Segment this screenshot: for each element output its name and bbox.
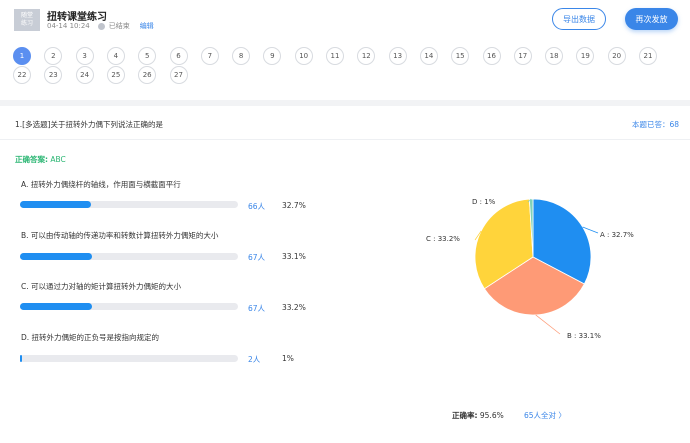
option-b-text: B. 可以由传动轴的传递功率和转数计算扭转外力偶矩的大小 — [21, 231, 219, 240]
question-number-2[interactable]: 2 — [44, 47, 63, 65]
question-title: 1.[多选题]关于扭转外力偶下列说法正确的是 — [15, 120, 164, 129]
question-number-9[interactable]: 9 — [263, 47, 282, 65]
question-number-8[interactable]: 8 — [232, 47, 251, 65]
question-number-21[interactable]: 21 — [639, 47, 657, 65]
edit-link[interactable]: 编辑 — [140, 21, 154, 31]
option-b-bar-fill — [20, 253, 92, 260]
correct-answer: 正确答案: ABC — [15, 154, 66, 165]
question-number-27[interactable]: 27 — [169, 65, 188, 84]
question-number-11[interactable]: 11 — [326, 47, 344, 65]
question-number-5[interactable]: 5 — [138, 47, 157, 65]
export-data-button[interactable]: 导出数据 — [552, 8, 606, 30]
question-number-3[interactable]: 3 — [75, 47, 94, 65]
thumb-line1: 随堂 — [20, 12, 33, 19]
option-d-percent: 1% — [282, 354, 294, 363]
question-number-10[interactable]: 10 — [294, 47, 313, 65]
pie-chart: A : 32.7% B : 33.1% C : 33.2% D : 1% — [420, 190, 650, 350]
option-d-bar — [20, 355, 238, 362]
question-number-23[interactable]: 23 — [44, 65, 63, 84]
question-number-16[interactable]: 16 — [482, 47, 501, 65]
pie-label-c: C : 33.2% — [426, 235, 460, 243]
header-meta: 04-14 10:24 已结束 编辑 — [47, 21, 154, 31]
status-dot-icon — [97, 22, 105, 30]
option-a-bar — [20, 201, 238, 208]
question-number-18[interactable]: 18 — [545, 47, 564, 65]
option-c-bar-fill — [20, 303, 92, 310]
question-number-22[interactable]: 22 — [13, 65, 31, 84]
option-d-bar-fill — [20, 355, 22, 362]
pie-label-b: B : 33.1% — [567, 332, 601, 340]
pie-chart-svg — [474, 198, 599, 335]
option-b-percent: 33.1% — [282, 252, 306, 261]
question-divider — [0, 139, 690, 140]
question-number-24[interactable]: 24 — [75, 65, 94, 84]
question-number-19[interactable]: 19 — [576, 47, 595, 65]
option-a-text: A. 扭转外力偶绕杆的轴线，作用面与横截面平行 — [21, 180, 181, 189]
question-number-4[interactable]: 4 — [106, 47, 125, 65]
option-c-percent: 33.2% — [282, 303, 306, 312]
correct-answer-value: ABC — [50, 155, 66, 164]
accuracy-label: 正确率: — [452, 411, 478, 420]
option-c-bar — [20, 303, 238, 310]
answered-count[interactable]: 本题已答：68 — [632, 119, 679, 130]
question-number-20[interactable]: 20 — [607, 47, 626, 65]
question-number-13[interactable]: 13 — [388, 47, 407, 65]
question-number-25[interactable]: 25 — [106, 65, 125, 84]
question-number-7[interactable]: 7 — [200, 47, 219, 65]
question-number-14[interactable]: 14 — [419, 47, 438, 65]
option-a-bar-fill — [20, 201, 91, 208]
exercise-thumbnail: 随堂 练习 — [14, 9, 40, 31]
pie-label-a: A : 32.7% — [600, 231, 634, 239]
option-c-text: C. 可以通过力对轴的矩计算扭转外力偶矩的大小 — [21, 282, 182, 291]
correct-answer-label: 正确答案: — [15, 155, 48, 164]
all-correct-link[interactable]: 65人全对 〉 — [524, 410, 566, 421]
accuracy-value: 95.6% — [479, 411, 504, 420]
pie-leader-b — [535, 314, 561, 335]
resend-button[interactable]: 再次发放 — [625, 8, 678, 30]
question-number-26[interactable]: 26 — [138, 65, 157, 84]
accuracy-rate: 正确率: 95.6% — [452, 410, 504, 421]
question-number-12[interactable]: 12 — [357, 47, 376, 65]
option-a-percent: 32.7% — [282, 201, 306, 210]
option-b-count[interactable]: 67人 — [248, 252, 265, 263]
option-d-text: D. 扭转外力偶矩的正负号是按指向规定的 — [21, 333, 160, 342]
status-text: 已结束 — [108, 22, 130, 30]
question-number-1[interactable]: 1 — [13, 47, 31, 65]
option-d-count[interactable]: 2人 — [248, 354, 260, 365]
header: 随堂 练习 扭转课堂练习 04-14 10:24 已结束 编辑 导出数据 再次发… — [0, 0, 690, 38]
thumb-line2: 练习 — [20, 20, 33, 27]
option-b-bar — [20, 253, 238, 260]
publish-date: 04-14 10:24 — [47, 22, 90, 30]
question-number-6[interactable]: 6 — [169, 47, 188, 65]
option-c-count[interactable]: 67人 — [248, 303, 265, 314]
section-divider — [0, 100, 690, 106]
pie-label-d: D : 1% — [472, 198, 496, 206]
option-a-count[interactable]: 66人 — [248, 201, 265, 212]
question-number-15[interactable]: 15 — [451, 47, 470, 65]
question-number-17[interactable]: 17 — [513, 47, 532, 65]
